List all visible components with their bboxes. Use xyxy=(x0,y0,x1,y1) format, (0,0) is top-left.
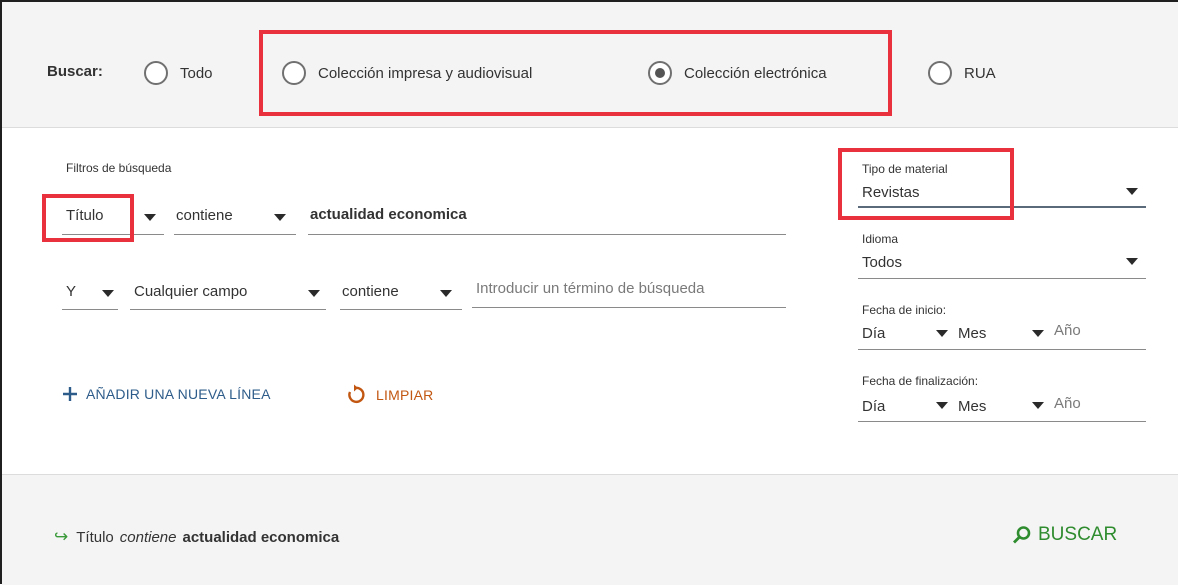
arrow-right-icon: ↪ xyxy=(54,527,69,546)
search-button-label: BUSCAR xyxy=(1038,524,1118,545)
chevron-down-icon[interactable] xyxy=(936,402,948,409)
clear-label: LIMPIAR xyxy=(376,387,434,403)
field-select-title[interactable]: Título xyxy=(66,207,104,224)
operator-select-1[interactable]: contiene xyxy=(176,207,233,224)
start-year-input[interactable]: Año xyxy=(1054,322,1081,339)
chevron-down-icon[interactable] xyxy=(1032,402,1044,409)
radio-label: Colección electrónica xyxy=(684,64,827,82)
chevron-down-icon[interactable] xyxy=(274,214,286,221)
chevron-down-icon[interactable] xyxy=(308,290,320,297)
language-select[interactable]: Todos xyxy=(862,254,902,271)
search-term-underline xyxy=(472,307,786,308)
radio-circle-icon xyxy=(144,61,168,85)
search-icon xyxy=(1013,526,1031,544)
search-term-input-2[interactable]: Introducir un término de búsqueda xyxy=(476,280,704,297)
end-day-select[interactable]: Día xyxy=(862,398,885,415)
chevron-down-icon[interactable] xyxy=(440,290,452,297)
start-month-select[interactable]: Mes xyxy=(958,325,986,342)
radio-circle-icon xyxy=(282,61,306,85)
boolean-select[interactable]: Y xyxy=(66,283,76,300)
summary-operator: contiene xyxy=(119,528,177,546)
boolean-select-underline xyxy=(62,309,118,310)
radio-circle-icon xyxy=(928,61,952,85)
start-date-underline xyxy=(858,349,1146,350)
plus-icon xyxy=(63,387,77,401)
radio-todo[interactable]: Todo xyxy=(144,58,213,88)
radio-coleccion-electronica[interactable]: Colección electrónica xyxy=(648,58,827,88)
radio-coleccion-impresa[interactable]: Colección impresa y audiovisual xyxy=(282,58,532,88)
language-label: Idioma xyxy=(862,232,899,246)
search-term-underline xyxy=(308,234,786,235)
chevron-down-icon[interactable] xyxy=(102,290,114,297)
add-line-button[interactable]: AÑADIR UNA NUEVA LÍNEA xyxy=(62,386,271,402)
language-underline xyxy=(858,278,1146,279)
clear-button[interactable]: LIMPIAR xyxy=(344,384,433,406)
field-select-underline xyxy=(62,234,164,235)
material-type-label: Tipo de material xyxy=(862,162,948,176)
summary-value: actualidad economica xyxy=(182,528,340,546)
radio-label: Colección impresa y audiovisual xyxy=(318,64,533,82)
add-line-label: AÑADIR UNA NUEVA LÍNEA xyxy=(86,386,271,402)
end-month-select[interactable]: Mes xyxy=(958,398,986,415)
radio-label: RUA xyxy=(964,64,996,82)
radio-label: Todo xyxy=(180,64,213,82)
summary-field: Título xyxy=(76,528,114,546)
reset-icon xyxy=(348,384,365,404)
chevron-down-icon[interactable] xyxy=(144,214,156,221)
search-button[interactable]: BUSCAR xyxy=(1012,524,1117,546)
start-day-select[interactable]: Día xyxy=(862,325,885,342)
chevron-down-icon[interactable] xyxy=(1032,330,1044,337)
field-select-2[interactable]: Cualquier campo xyxy=(134,283,247,300)
radio-selected-icon xyxy=(648,61,672,85)
material-type-select[interactable]: Revistas xyxy=(862,184,920,201)
operator-select-underline xyxy=(340,309,462,310)
field-select-underline xyxy=(130,309,326,310)
operator-select-underline xyxy=(174,234,296,235)
search-scope-label: Buscar: xyxy=(47,63,103,80)
query-summary: ↪ Título contiene actualidad economica xyxy=(54,527,339,547)
material-type-underline xyxy=(858,206,1146,208)
chevron-down-icon[interactable] xyxy=(936,330,948,337)
chevron-down-icon[interactable] xyxy=(1126,258,1138,265)
chevron-down-icon[interactable] xyxy=(1126,188,1138,195)
end-date-label: Fecha de finalización: xyxy=(862,374,979,388)
end-date-underline xyxy=(858,421,1146,422)
end-year-input[interactable]: Año xyxy=(1054,395,1081,412)
operator-select-2[interactable]: contiene xyxy=(342,283,399,300)
radio-rua[interactable]: RUA xyxy=(928,58,996,88)
start-date-label: Fecha de inicio: xyxy=(862,303,947,317)
search-term-input-1[interactable]: actualidad economica xyxy=(310,206,467,223)
filters-heading: Filtros de búsqueda xyxy=(66,161,172,175)
